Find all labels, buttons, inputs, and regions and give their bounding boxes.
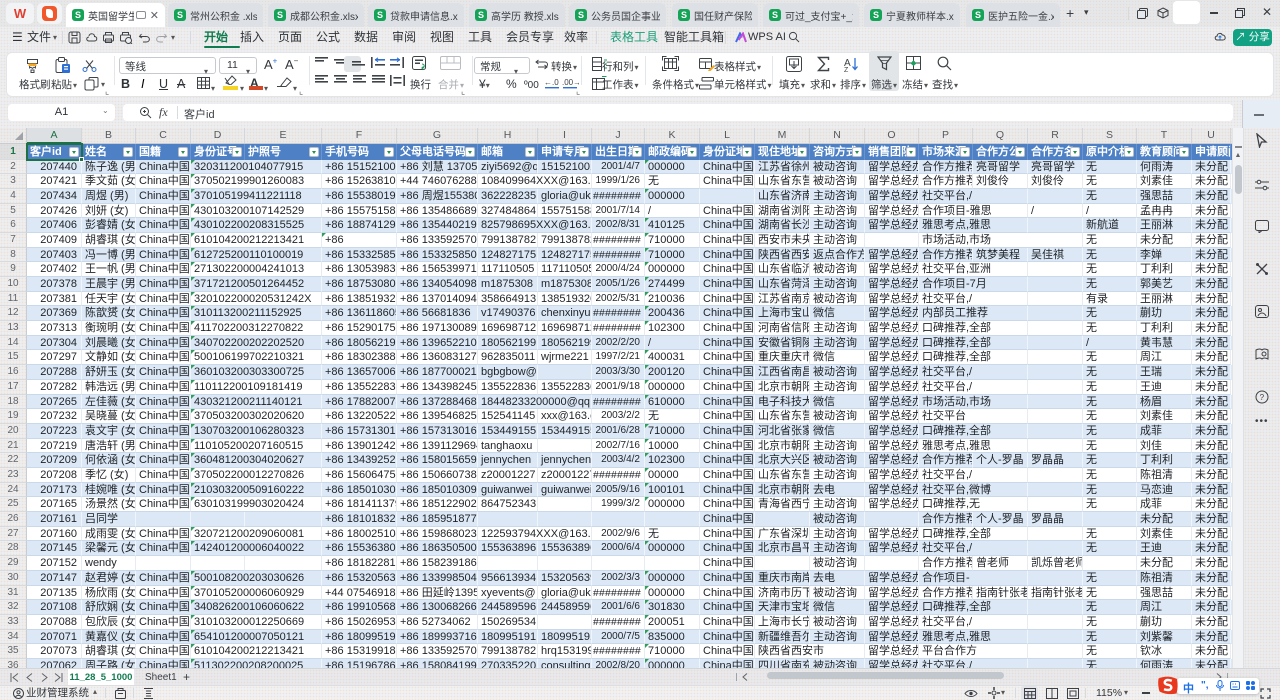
svg-text:?: ? (1260, 393, 1265, 402)
